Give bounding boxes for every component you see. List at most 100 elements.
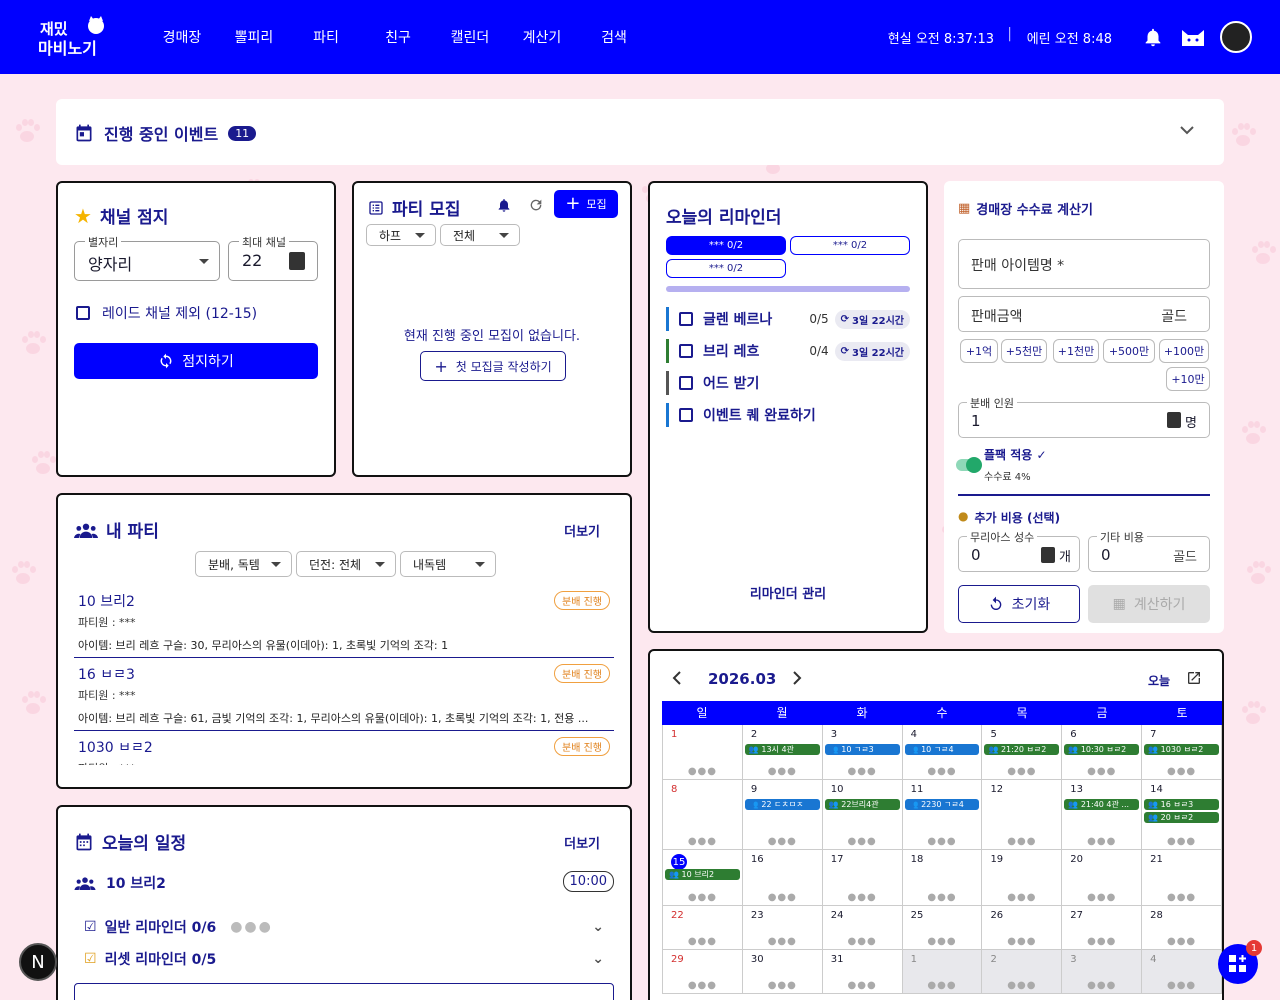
checkbox-icon[interactable]	[679, 408, 693, 422]
checkbox-icon[interactable]	[679, 312, 693, 326]
nav-item-4[interactable]: 캘린더	[434, 27, 506, 47]
nav-item-5[interactable]: 계산기	[506, 27, 578, 47]
calendar-event[interactable]: 👥 13시 4관	[744, 744, 820, 755]
add-amount-button[interactable]: +500만	[1103, 339, 1155, 363]
party-list-item[interactable]: 16 ㅂㄹ3 분배 진행 파티원 : *** 아이템: 브리 레흐 구슬: 61, 금…	[74, 658, 614, 731]
reminder-tab-1[interactable]: *** 0/2	[666, 236, 786, 255]
calendar-day-cell[interactable]: 13 👥 21:40 4관 ... ●●●	[1062, 780, 1143, 849]
calendar-day-cell[interactable]: 8 ●●●	[663, 780, 743, 849]
calendar-day-cell[interactable]: 6 👥 10:30 ㅂㄹ2 ●●●	[1062, 725, 1143, 779]
more-dots-icon[interactable]: ●●●	[743, 936, 822, 947]
more-dots-icon[interactable]: ●●●	[743, 766, 822, 777]
add-amount-button[interactable]: +1천만	[1053, 339, 1099, 363]
calendar-day-cell[interactable]: 7 👥 1030 ㅂㄹ2 ●●●	[1142, 725, 1223, 779]
more-dots-icon[interactable]: ●●●	[1062, 936, 1141, 947]
more-dots-icon[interactable]: ●●●	[1142, 892, 1221, 903]
site-logo[interactable]: 재밌 마비노기	[36, 16, 116, 58]
calendar-day-cell[interactable]: 11 👥 2230 ㄱㄹ4 ●●●	[903, 780, 983, 849]
more-dots-icon[interactable]: ●●●	[982, 836, 1061, 847]
more-dots-icon[interactable]: ●●●	[823, 836, 902, 847]
my-party-more-link[interactable]: 더보기	[564, 521, 600, 540]
calendar-day-cell[interactable]: 1 ●●●	[902, 950, 983, 993]
spinner-icon[interactable]	[289, 252, 305, 270]
bell-icon[interactable]	[496, 197, 512, 217]
calendar-event[interactable]: 👥 16 ㅂㄹ3	[1144, 799, 1220, 810]
calendar-day-cell[interactable]: 22 ●●●	[663, 906, 743, 949]
more-dots-icon[interactable]: ●●●	[1062, 980, 1141, 991]
more-dots-icon[interactable]: ●●●	[663, 980, 742, 991]
party-filter-loot[interactable]: 내독템	[400, 551, 496, 577]
calendar-event[interactable]: 👥 21:40 4관 ...	[1064, 799, 1140, 810]
cat-icon[interactable]	[1180, 24, 1206, 50]
more-dots-icon[interactable]: ●●●	[903, 936, 982, 947]
calendar-day-cell[interactable]: 31 ●●●	[823, 950, 903, 993]
max-channel-input[interactable]: 최대 채널 22	[228, 234, 318, 281]
calendar-event[interactable]: 👥 10 ㄱㄹ3	[824, 744, 900, 755]
reminder-manage-link[interactable]: 리마인더 관리	[650, 583, 926, 602]
reminder-item[interactable]: 이벤트 퀘 완료하기	[666, 403, 910, 427]
calendar-event[interactable]: 👥 10 ㄱㄹ4	[904, 744, 980, 755]
more-dots-icon[interactable]: ●●●	[903, 980, 982, 991]
nav-item-0[interactable]: 경매장	[146, 27, 218, 47]
calendar-day-cell[interactable]: 3 ●●●	[1062, 950, 1143, 993]
spinner-icon[interactable]	[1041, 547, 1055, 563]
more-dots-icon[interactable]: ●●●	[1142, 836, 1221, 847]
calendar-day-cell[interactable]: 23 ●●●	[743, 906, 823, 949]
nav-item-2[interactable]: 파티	[290, 27, 362, 47]
more-dots-icon[interactable]: ●●●	[982, 936, 1061, 947]
widget-fab-button[interactable]: 1	[1218, 940, 1262, 984]
calendar-today-button[interactable]: 오늘	[1148, 672, 1170, 689]
recruit-dungeon-filter[interactable]: 전체	[440, 224, 520, 246]
more-dots-icon[interactable]: ●●●	[1142, 980, 1221, 991]
add-amount-button[interactable]: +100만	[1159, 339, 1209, 363]
add-amount-button[interactable]: +10만	[1166, 367, 1210, 391]
calendar-day-cell[interactable]: 3 👥 10 ㄱㄹ3 ●●●	[823, 725, 903, 779]
calendar-day-cell[interactable]: 15 👥 10 브리2 ●●●	[663, 850, 743, 905]
other-cost-input[interactable]: 기타 비용 0 골드	[1088, 529, 1210, 572]
new-recruit-button[interactable]: + 모집	[554, 190, 618, 218]
schedule-row-general[interactable]: ☑ 일반 리마인더 0/6 ●●● ⌄	[84, 917, 604, 937]
party-filter-status[interactable]: 분배, 독템	[195, 551, 292, 577]
more-dots-icon[interactable]: ●●●	[982, 766, 1061, 777]
create-recruit-button[interactable]: + 첫 모집글 작성하기	[420, 351, 566, 381]
item-name-input[interactable]: 판매 아이템명 *	[958, 239, 1210, 289]
schedule-party-row[interactable]: 10 브리2	[74, 873, 166, 893]
calendar-day-cell[interactable]: 10 👥 22브리4관 ●●●	[823, 780, 903, 849]
calendar-event[interactable]: 👥 10 브리2	[665, 869, 740, 880]
more-dots-icon[interactable]: ●●●	[663, 936, 742, 947]
nav-item-3[interactable]: 친구	[362, 27, 434, 47]
calendar-day-cell[interactable]: 21 ●●●	[1142, 850, 1223, 905]
calendar-day-cell[interactable]: 17 ●●●	[823, 850, 903, 905]
party-list-item[interactable]: 1030 ㅂㄹ2 분배 진행파티원 : ***	[74, 731, 614, 765]
calendar-day-cell[interactable]: 5 👥 21:20 ㅂㄹ2 ●●●	[982, 725, 1063, 779]
reminder-tab-3[interactable]: *** 0/2	[666, 259, 786, 278]
calendar-day-cell[interactable]: 4 👥 10 ㄱㄹ4 ●●●	[903, 725, 983, 779]
user-avatar[interactable]	[1220, 21, 1252, 53]
reset-button[interactable]: 초기화	[958, 585, 1080, 623]
calendar-event[interactable]: 👥 10:30 ㅂㄹ2	[1064, 744, 1140, 755]
add-amount-button[interactable]: +1억	[960, 339, 998, 363]
calendar-day-cell[interactable]: 20 ●●●	[1062, 850, 1143, 905]
reminder-item[interactable]: 브리 레흐 0/4 ⟳ 3일 22시간	[666, 339, 910, 363]
calendar-day-cell[interactable]: 9 👥 22 ㄷㅊㅁㅈ ●●●	[743, 780, 823, 849]
more-dots-icon[interactable]: ●●●	[1062, 892, 1141, 903]
calendar-day-cell[interactable]: 14 👥 16 ㅂㄹ3 👥 20 ㅂㄹ2 ●●●	[1142, 780, 1223, 849]
more-dots-icon[interactable]: ●●●	[982, 980, 1061, 991]
more-dots-icon[interactable]: ●●●	[1142, 766, 1221, 777]
assign-button[interactable]: 점지하기	[74, 343, 318, 379]
calendar-event[interactable]: 👥 22 ㄷㅊㅁㅈ	[744, 799, 820, 810]
calendar-day-cell[interactable]: 28 ●●●	[1142, 906, 1223, 949]
more-dots-icon[interactable]: ●●●	[663, 766, 742, 777]
more-dots-icon[interactable]: ●●●	[743, 836, 822, 847]
party-filter-dungeon[interactable]: 던전: 전체	[296, 551, 396, 577]
more-dots-icon[interactable]: ●●●	[903, 892, 982, 903]
raid-exclude-checkbox[interactable]: 레이드 채널 제외 (12-15)	[76, 303, 257, 323]
calendar-day-cell[interactable]: 16 ●●●	[743, 850, 823, 905]
more-dots-icon[interactable]: ●●●	[743, 892, 822, 903]
stone-count-input[interactable]: 무리아스 성수 0 개	[958, 529, 1080, 572]
more-dots-icon[interactable]: ●●●	[982, 892, 1061, 903]
calendar-day-cell[interactable]: 29 ●●●	[663, 950, 743, 993]
calendar-day-cell[interactable]: 30 ●●●	[743, 950, 823, 993]
calendar-day-cell[interactable]: 19 ●●●	[982, 850, 1063, 905]
constellation-select[interactable]: 별자리 양자리	[74, 234, 220, 281]
